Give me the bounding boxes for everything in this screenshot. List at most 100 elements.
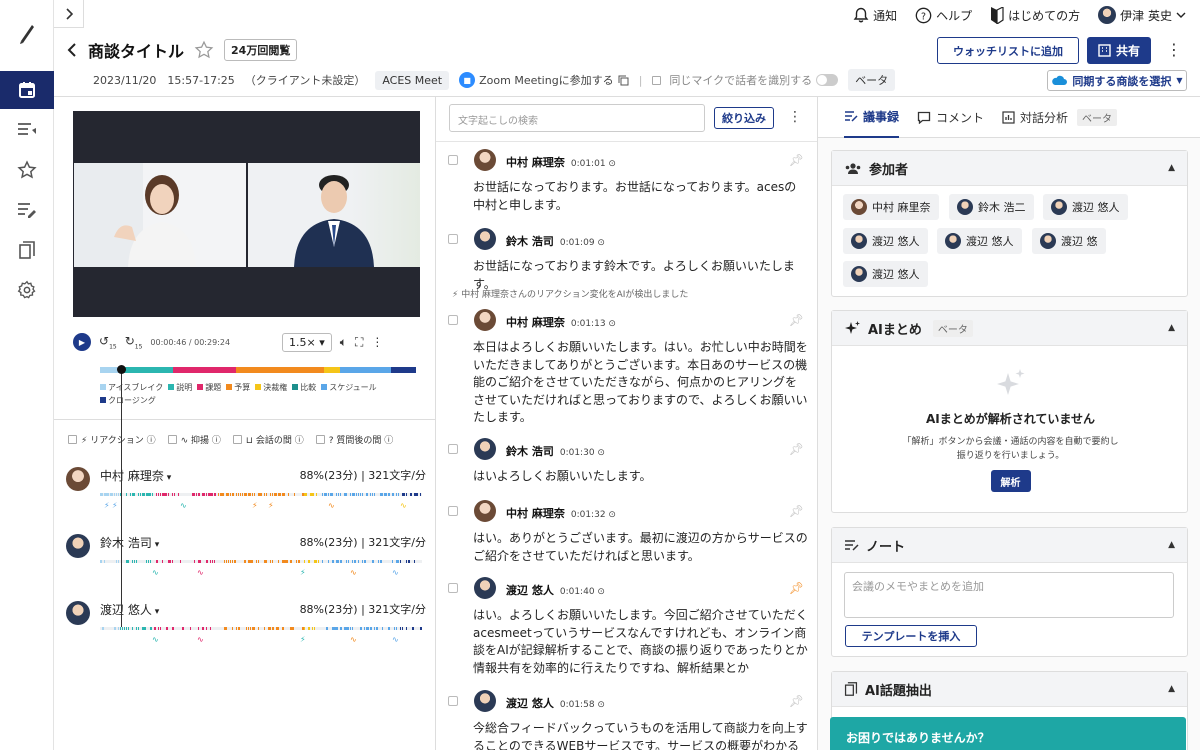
timestamp-link[interactable]: 0:01:13 ⊙ (571, 319, 616, 329)
same-mic-toggle[interactable] (816, 74, 839, 86)
pin-icon[interactable]: 📌︎ (789, 313, 804, 327)
reaction-marker-icon[interactable]: ⚡ (300, 635, 306, 644)
participant-chip[interactable]: 渡辺 悠人 (1043, 194, 1128, 220)
star-icon[interactable] (0, 151, 54, 189)
topic-segment[interactable] (235, 367, 325, 373)
speaker-name[interactable]: 鈴木 浩司 ▾ (100, 534, 159, 551)
pin-icon[interactable]: 📌︎ (789, 694, 804, 708)
collapse-icon[interactable]: ▲ (1168, 540, 1175, 550)
entry-checkbox[interactable] (448, 234, 458, 244)
calendar-icon[interactable] (0, 71, 54, 109)
reaction-marker-icon[interactable]: ⚡ (300, 568, 306, 577)
video-player[interactable] (73, 111, 420, 317)
filter-option[interactable]: ? 質問後の間 ⓘ (315, 433, 393, 446)
participant-chip[interactable]: 鈴木 浩二 (949, 194, 1034, 220)
tab-dialog-analysis[interactable]: 対話分析 ベータ (1002, 97, 1118, 138)
note-textarea[interactable]: 会議のメモやまとめを追加 (844, 572, 1174, 618)
add-to-watchlist-button[interactable]: ウォッチリストに追加 (937, 37, 1079, 64)
play-circle-icon[interactable]: ⊙ (595, 448, 605, 458)
participant-chip[interactable]: 中村 麻里奈 (843, 194, 939, 220)
player-more-icon[interactable]: ⋮ (371, 335, 383, 349)
tab-comments[interactable]: コメント (917, 97, 984, 138)
filter-checkbox[interactable] (232, 435, 242, 444)
entry-checkbox[interactable] (448, 444, 458, 454)
volume-icon[interactable]: 🔈︎ (340, 335, 347, 350)
timestamp-link[interactable]: 0:01:32 ⊙ (571, 510, 616, 520)
speaker-name[interactable]: 中村 麻理奈 ▾ (100, 467, 171, 484)
transcript-more-icon[interactable]: ⋮ (788, 109, 802, 125)
participant-chip[interactable]: 渡辺 悠人 (937, 228, 1022, 254)
participants-header[interactable]: 参加者 ▲ (832, 151, 1187, 186)
transcript-search-input[interactable]: 文字起こしの検索 (449, 104, 705, 132)
help-icon[interactable]: ⓘ (381, 436, 393, 446)
entry-checkbox[interactable] (448, 155, 458, 165)
help-banner[interactable]: お困りではありませんか？ (830, 717, 1186, 750)
note-header[interactable]: ノート ▲ (832, 528, 1187, 563)
chevron-down-icon[interactable]: ▾ (164, 473, 172, 483)
topic-segment[interactable] (172, 367, 236, 373)
help-link[interactable]: ? ヘルプ (915, 7, 972, 24)
speaker-activity-bar[interactable] (100, 489, 422, 496)
timestamp-link[interactable]: 0:01:09 ⊙ (560, 238, 605, 248)
filter-option[interactable]: ∿ 抑揚 ⓘ (167, 433, 221, 446)
getting-started-link[interactable]: はじめての方 (990, 6, 1080, 24)
list-icon[interactable] (0, 111, 54, 149)
filter-option[interactable]: ⚡ リアクション ⓘ (68, 433, 156, 446)
pin-icon[interactable]: 📌︎ (789, 504, 804, 518)
filter-option[interactable]: ⊔ 会話の間 ⓘ (232, 433, 304, 446)
timestamp-link[interactable]: 0:01:01 ⊙ (571, 159, 616, 169)
pin-icon[interactable]: 📌︎ (789, 581, 804, 595)
play-circle-icon[interactable]: ⊙ (595, 238, 605, 248)
reaction-marker-icon[interactable]: ∿ (392, 635, 399, 644)
tab-minutes[interactable]: 議事録 (844, 97, 900, 138)
reaction-marker-icon[interactable]: ∿ (180, 501, 187, 510)
participant-chip[interactable]: 渡辺 悠人 (843, 261, 928, 287)
help-icon[interactable]: ⓘ (144, 436, 156, 446)
settings-icon[interactable] (0, 271, 54, 309)
entry-checkbox[interactable] (448, 315, 458, 325)
reaction-marker-icon[interactable]: ∿ (197, 568, 204, 577)
play-circle-icon[interactable]: ⊙ (595, 587, 605, 597)
filter-checkbox[interactable] (68, 435, 77, 444)
analyze-button[interactable]: 解析 (990, 470, 1031, 492)
ai-summary-header[interactable]: AIまとめ ベータ ▲ (832, 311, 1187, 346)
favorite-star-icon[interactable] (194, 40, 214, 60)
participant-chip[interactable]: 渡辺 悠人 (843, 228, 928, 254)
topic-segment[interactable] (324, 367, 341, 373)
filter-checkbox[interactable] (315, 435, 325, 444)
speed-select[interactable]: 1.5× ▾ (282, 332, 332, 352)
reaction-marker-icon[interactable]: ∿ (328, 501, 335, 510)
reaction-marker-icon[interactable]: ∿ (152, 568, 159, 577)
topic-timeline[interactable] (100, 367, 416, 373)
back-icon[interactable] (66, 42, 78, 58)
help-icon[interactable]: ⓘ (209, 436, 221, 446)
user-menu[interactable]: 伊津 英史 (1098, 6, 1186, 24)
zoom-join-link[interactable]: ■ Zoom Meetingに参加する (459, 72, 629, 88)
chevron-down-icon[interactable]: ▾ (152, 540, 160, 550)
reaction-marker-icon[interactable]: ∿ (350, 568, 357, 577)
more-options-icon[interactable]: ⋮ (1166, 40, 1182, 60)
reaction-marker-icon[interactable]: ∿ (400, 501, 407, 510)
help-icon[interactable]: ⓘ (292, 436, 304, 446)
reaction-marker-icon[interactable]: ∿ (152, 635, 159, 644)
same-mic-checkbox[interactable] (652, 75, 662, 85)
timestamp-link[interactable]: 0:01:40 ⊙ (560, 587, 605, 597)
play-circle-icon[interactable]: ⊙ (606, 159, 616, 169)
reaction-marker-icon[interactable]: ⚡ (104, 501, 110, 510)
entry-checkbox[interactable] (448, 583, 458, 593)
bookmark-icon[interactable] (0, 231, 54, 269)
collapse-icon[interactable]: ▲ (1168, 323, 1175, 333)
reaction-marker-icon[interactable]: ∿ (350, 635, 357, 644)
topic-segment[interactable] (118, 367, 173, 373)
play-circle-icon[interactable]: ⊙ (606, 319, 616, 329)
reaction-marker-icon[interactable]: ⚡ (268, 501, 274, 510)
play-button[interactable]: ▶ (73, 333, 91, 351)
expand-sidebar-button[interactable] (54, 0, 84, 28)
topic-segment[interactable] (390, 367, 416, 373)
speaker-activity-bar[interactable] (100, 623, 422, 630)
reaction-marker-icon[interactable]: ∿ (392, 568, 399, 577)
pin-icon[interactable]: 📌︎ (789, 153, 804, 167)
chevron-down-icon[interactable]: ▾ (152, 607, 160, 617)
filter-checkbox[interactable] (167, 435, 177, 444)
speaker-activity-bar[interactable] (100, 556, 422, 563)
